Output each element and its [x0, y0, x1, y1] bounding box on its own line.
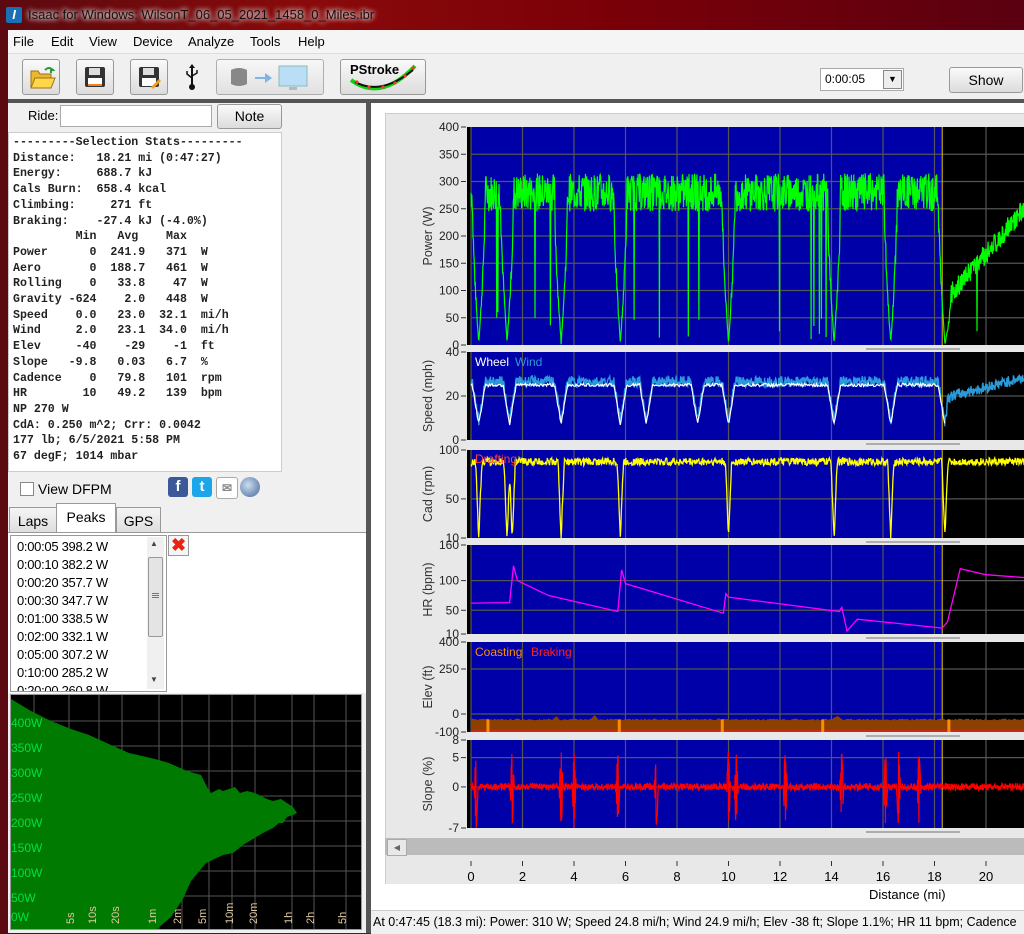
y-tick-label: 20 — [446, 389, 460, 403]
y-axis-title: HR (bpm) — [421, 562, 435, 616]
y-tick-label: 100 — [439, 284, 459, 298]
status-text: At 0:47:45 (18.3 mi): Power: 310 W; Spee… — [373, 915, 1017, 929]
y-axis-title: Elev (ft) — [421, 665, 435, 708]
y-tick-label: 350 — [439, 147, 459, 161]
y-tick-label: 200 — [439, 229, 459, 243]
scroll-left-icon[interactable]: ◀ — [387, 839, 407, 856]
coasting-marker — [947, 719, 951, 732]
y-tick-label: 250 — [439, 202, 459, 216]
legend-braking: Braking — [531, 645, 572, 659]
x-tick-label: 18 — [927, 869, 942, 884]
y-tick-label: 50 — [446, 603, 460, 617]
coasting-marker — [617, 719, 621, 732]
legend-wheel: Wheel — [475, 355, 509, 369]
x-tick-label: 14 — [824, 869, 839, 884]
x-tick-label: 4 — [570, 869, 578, 884]
ride-plots[interactable]: 050100150200250300350400Power (W)02040Sp… — [0, 0, 1024, 933]
coasting-marker — [821, 719, 825, 732]
y-tick-label: 50 — [446, 492, 460, 506]
y-tick-label: 250 — [439, 662, 459, 676]
x-tick-label: 20 — [978, 869, 994, 884]
y-tick-label: 100 — [439, 574, 459, 588]
y-tick-label: -7 — [448, 821, 459, 835]
y-tick-label: 400 — [439, 120, 459, 134]
y-axis-title: Slope (%) — [421, 757, 435, 812]
x-axis-label: Distance (mi) — [869, 887, 946, 902]
y-tick-label: 0 — [452, 707, 459, 721]
plot-unselected-bg — [942, 642, 1024, 732]
legend-drafting: Drafting — [475, 452, 517, 466]
coasting-marker — [720, 719, 724, 732]
x-tick-label: 6 — [621, 869, 630, 884]
y-axis-title: Speed (mph) — [421, 360, 435, 432]
legend-wind: Wind — [515, 355, 542, 369]
y-tick-label: 100 — [439, 443, 459, 457]
legend-coasting: Coasting — [475, 645, 522, 659]
status-bar: At 0:47:45 (18.3 mi): Power: 310 W; Spee… — [371, 910, 1024, 934]
x-tick-label: 2 — [518, 869, 527, 884]
plot-unselected-bg — [942, 545, 1024, 634]
x-tick-label: 16 — [875, 869, 891, 884]
x-tick-label: 8 — [673, 869, 681, 884]
y-tick-label: 150 — [439, 256, 459, 270]
y-tick-label: 40 — [446, 345, 460, 359]
x-tick-label: 0 — [467, 869, 475, 884]
y-tick-label: 5 — [452, 751, 459, 765]
y-tick-label: 300 — [439, 175, 459, 189]
x-tick-label: 12 — [772, 869, 788, 884]
chart-horizontal-scrollbar[interactable]: ◀ — [385, 838, 1024, 856]
coasting-marker — [486, 719, 490, 732]
y-axis-title: Power (W) — [421, 206, 435, 265]
y-tick-label: 160 — [439, 538, 459, 552]
x-tick-label: 10 — [721, 869, 736, 884]
y-axis-title: Cad (rpm) — [421, 466, 435, 522]
y-tick-label: 8 — [452, 733, 459, 747]
y-tick-label: 400 — [439, 635, 459, 649]
y-tick-label: 0 — [452, 780, 459, 794]
y-tick-label: 50 — [446, 311, 460, 325]
